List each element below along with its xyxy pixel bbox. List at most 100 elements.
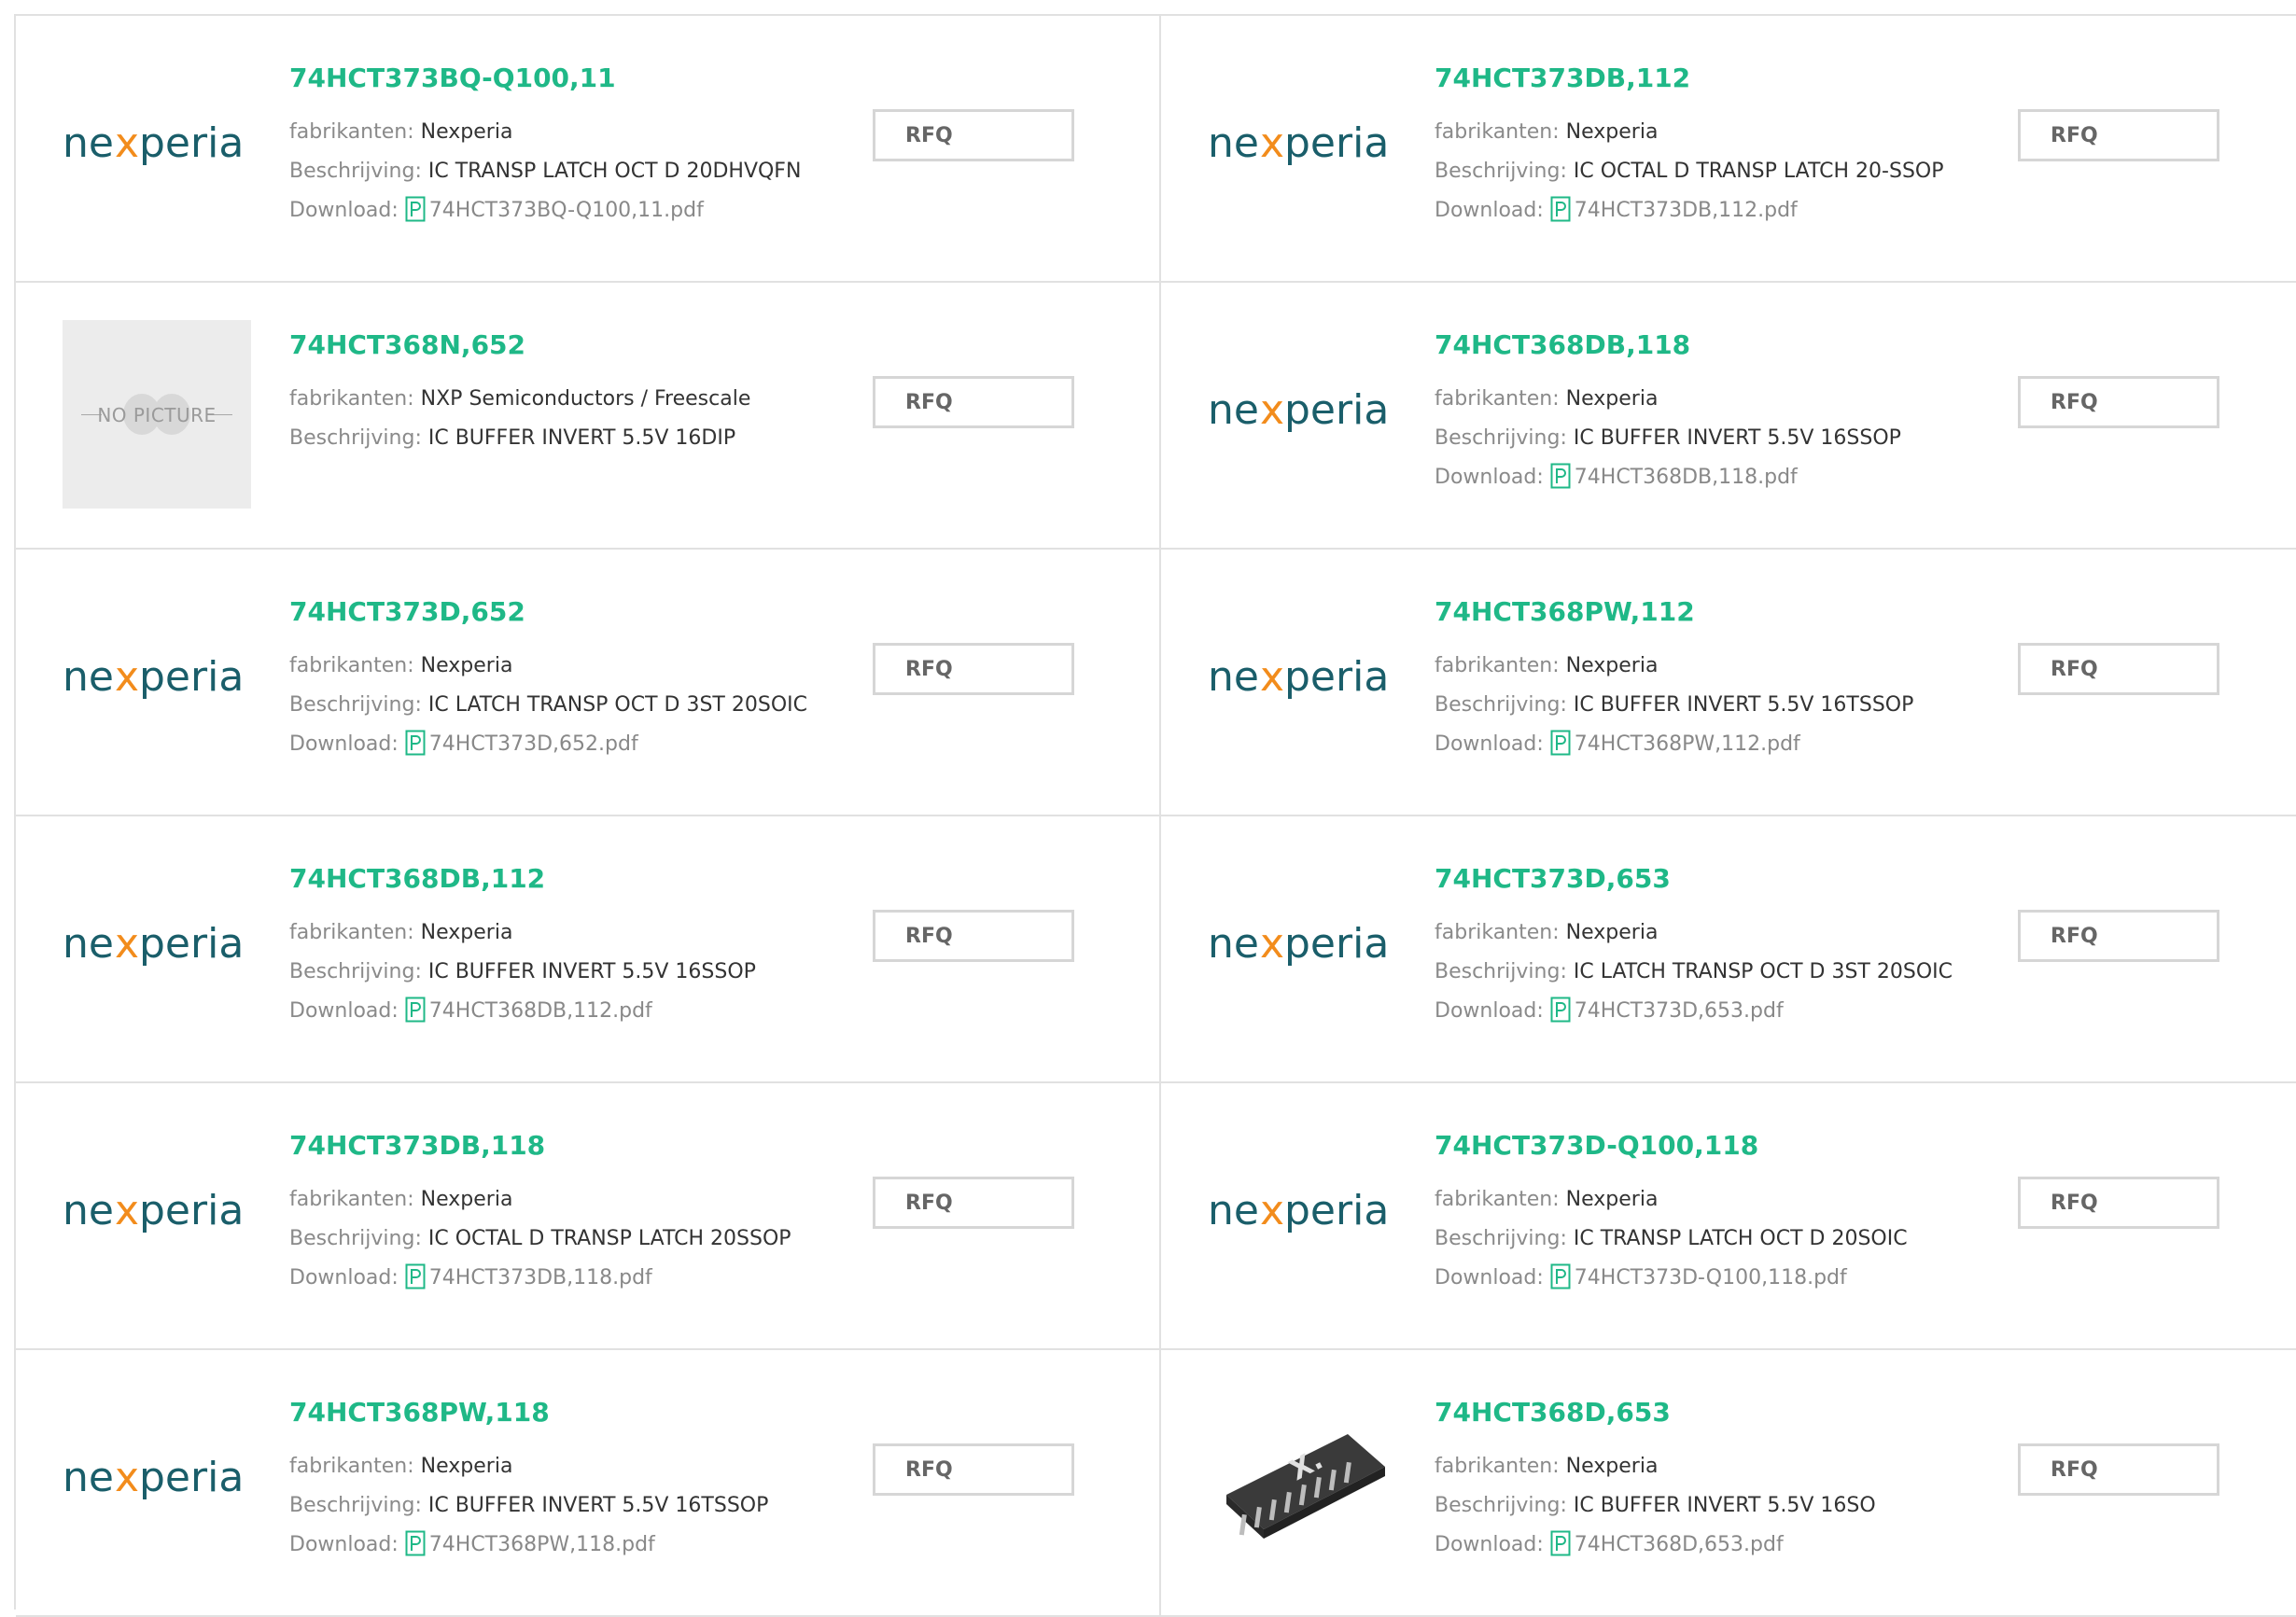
description-value: IC TRANSP LATCH OCT D 20DHVQFN [427,160,802,183]
rfq-button[interactable]: RFQ [873,910,1074,962]
datasheet-pdf-link[interactable]: 74HCT368PW,112.pdf [1550,730,1800,756]
description-label: Beschrijving: [289,1494,422,1517]
rfq-button[interactable]: RFQ [873,109,1074,161]
product-info: 74HCT368PW,112 fabrikanten: Nexperia Besch… [1435,596,2013,764]
manufacturer-label: fabrikanten: [1435,120,1560,144]
datasheet-pdf-link[interactable]: 74HCT373DB,118.pdf [405,1263,652,1289]
download-label: Download: [1435,466,1544,489]
product-card: ne x peria 74HCT368PW,112 fabrikanten: Nexpe… [1161,550,2296,816]
product-image[interactable]: ne x peria [1208,53,1396,242]
description-row: Beschrijving: IC TRANSP LATCH OCT D 20SO… [1435,1220,2013,1259]
product-image[interactable]: ne x peria [63,587,251,775]
description-value: IC BUFFER INVERT 5.5V 16SSOP [427,960,756,983]
pdf-filename: 74HCT368PW,112.pdf [1574,732,1800,756]
rfq-button[interactable]: RFQ [2018,910,2219,962]
product-image[interactable]: ne x peria [63,1387,251,1576]
manufacturer-label: fabrikanten: [289,1188,414,1211]
datasheet-pdf-link[interactable]: 74HCT368DB,118.pdf [1550,463,1798,489]
datasheet-pdf-link[interactable]: 74HCT368PW,118.pdf [405,1530,655,1556]
logo-text-rest: peria [139,653,244,701]
logo-text-part: ne [1208,386,1259,434]
download-label: Download: [289,999,399,1023]
product-title-link[interactable]: 74HCT373BQ-Q100,11 [289,63,868,94]
description-row: Beschrijving: IC BUFFER INVERT 5.5V 16SS… [1435,419,2013,458]
manufacturer-value: Nexperia [420,921,513,944]
download-row: Download: 74HCT373D,653.pdf [1435,992,2013,1031]
product-title-link[interactable]: 74HCT373DB,112 [1435,63,2013,94]
pdf-filename: 74HCT373BQ-Q100,11.pdf [428,199,704,222]
nexperia-logo-icon: ne x peria [1208,386,1389,434]
product-card: ne x peria 74HCT373DB,112 fabrikanten: Nexpe… [1161,16,2296,283]
manufacturer-row: fabrikanten: Nexperia [1435,913,2013,953]
download-label: Download: [289,732,399,756]
manufacturer-value: Nexperia [420,654,513,677]
rfq-button[interactable]: RFQ [2018,643,2219,695]
product-image[interactable]: ne x peria [63,854,251,1042]
datasheet-pdf-link[interactable]: 74HCT373D-Q100,118.pdf [1550,1263,1847,1289]
manufacturer-row: fabrikanten: Nexperia [289,1180,868,1220]
product-title-link[interactable]: 74HCT373D-Q100,118 [1435,1130,2013,1162]
product-image[interactable]: ne x peria [1208,320,1396,509]
product-image[interactable]: X. [1208,1387,1396,1576]
rfq-button[interactable]: RFQ [2018,1177,2219,1229]
rfq-button[interactable]: RFQ [873,376,1074,428]
nexperia-logo-icon: ne x peria [63,653,244,701]
product-title-link[interactable]: 74HCT373D,652 [289,596,868,628]
rfq-button[interactable]: RFQ [2018,109,2219,161]
logo-text-part: ne [63,653,114,701]
download-row: Download: 74HCT373BQ-Q100,11.pdf [289,191,868,230]
download-label: Download: [1435,1533,1544,1556]
manufacturer-value: Nexperia [420,120,513,144]
rfq-button[interactable]: RFQ [2018,1443,2219,1496]
datasheet-pdf-link[interactable]: 74HCT373DB,112.pdf [1550,196,1798,222]
product-title-link[interactable]: 74HCT368DB,118 [1435,329,2013,361]
product-card: ne x peria 74HCT368DB,112 fabrikanten: Nexpe… [16,816,1161,1083]
manufacturer-row: fabrikanten: Nexperia [1435,1447,2013,1486]
datasheet-pdf-link[interactable]: 74HCT368D,653.pdf [1550,1530,1784,1556]
product-title-link[interactable]: 74HCT368PW,112 [1435,596,2013,628]
product-title-link[interactable]: 74HCT373D,653 [1435,863,2013,895]
logo-text-rest: peria [1284,920,1389,968]
manufacturer-label: fabrikanten: [1435,921,1560,944]
nexperia-logo-icon: ne x peria [63,119,244,167]
rfq-button[interactable]: RFQ [873,643,1074,695]
download-row: Download: 74HCT373D-Q100,118.pdf [1435,1259,2013,1298]
pdf-filename: 74HCT373DB,118.pdf [428,1266,652,1289]
product-info: 74HCT373D,653 fabrikanten: Nexperia Beschr… [1435,863,2013,1031]
manufacturer-row: fabrikanten: Nexperia [289,113,868,152]
datasheet-pdf-link[interactable]: 74HCT373D,653.pdf [1550,997,1784,1023]
download-row: Download: 74HCT368DB,112.pdf [289,992,868,1031]
datasheet-pdf-link[interactable]: 74HCT368DB,112.pdf [405,997,652,1023]
product-grid: ne x peria 74HCT373BQ-Q100,11 fabrikanten: N… [14,14,2296,1617]
product-card: ne x peria 74HCT368PW,118 fabrikanten: Nexpe… [16,1350,1161,1617]
rfq-button[interactable]: RFQ [873,1443,1074,1496]
manufacturer-value: Nexperia [1565,120,1659,144]
datasheet-pdf-link[interactable]: 74HCT373D,652.pdf [405,730,638,756]
logo-text-x: x [1260,119,1284,167]
rfq-button[interactable]: RFQ [873,1177,1074,1229]
product-image[interactable]: NO PICTURE [63,320,251,509]
chip-photo-icon: X. [1226,1434,1385,1539]
pdf-file-icon [405,1530,426,1556]
pdf-file-icon [1550,196,1571,222]
description-label: Beschrijving: [289,160,422,183]
product-image[interactable]: ne x peria [1208,587,1396,775]
product-title-link[interactable]: 74HCT368D,653 [1435,1397,2013,1429]
product-image[interactable]: ne x peria [1208,1121,1396,1309]
rfq-button[interactable]: RFQ [2018,376,2219,428]
logo-text-x: x [115,920,139,968]
product-title-link[interactable]: 74HCT368PW,118 [289,1397,868,1429]
product-info: 74HCT373BQ-Q100,11 fabrikanten: Nexperia B… [289,63,868,230]
product-image[interactable]: ne x peria [1208,854,1396,1042]
product-title-link[interactable]: 74HCT368DB,112 [289,863,868,895]
pdf-file-icon [1550,1263,1571,1289]
nexperia-logo-icon: ne x peria [1208,119,1389,167]
datasheet-pdf-link[interactable]: 74HCT373BQ-Q100,11.pdf [405,196,704,222]
product-title-link[interactable]: 74HCT373DB,118 [289,1130,868,1162]
product-image[interactable]: ne x peria [63,1121,251,1309]
manufacturer-row: fabrikanten: NXP Semiconductors / Freesc… [289,380,868,419]
product-title-link[interactable]: 74HCT368N,652 [289,329,868,361]
product-image[interactable]: ne x peria [63,53,251,242]
pdf-file-icon [405,1263,426,1289]
nexperia-logo-icon: ne x peria [63,1454,244,1501]
